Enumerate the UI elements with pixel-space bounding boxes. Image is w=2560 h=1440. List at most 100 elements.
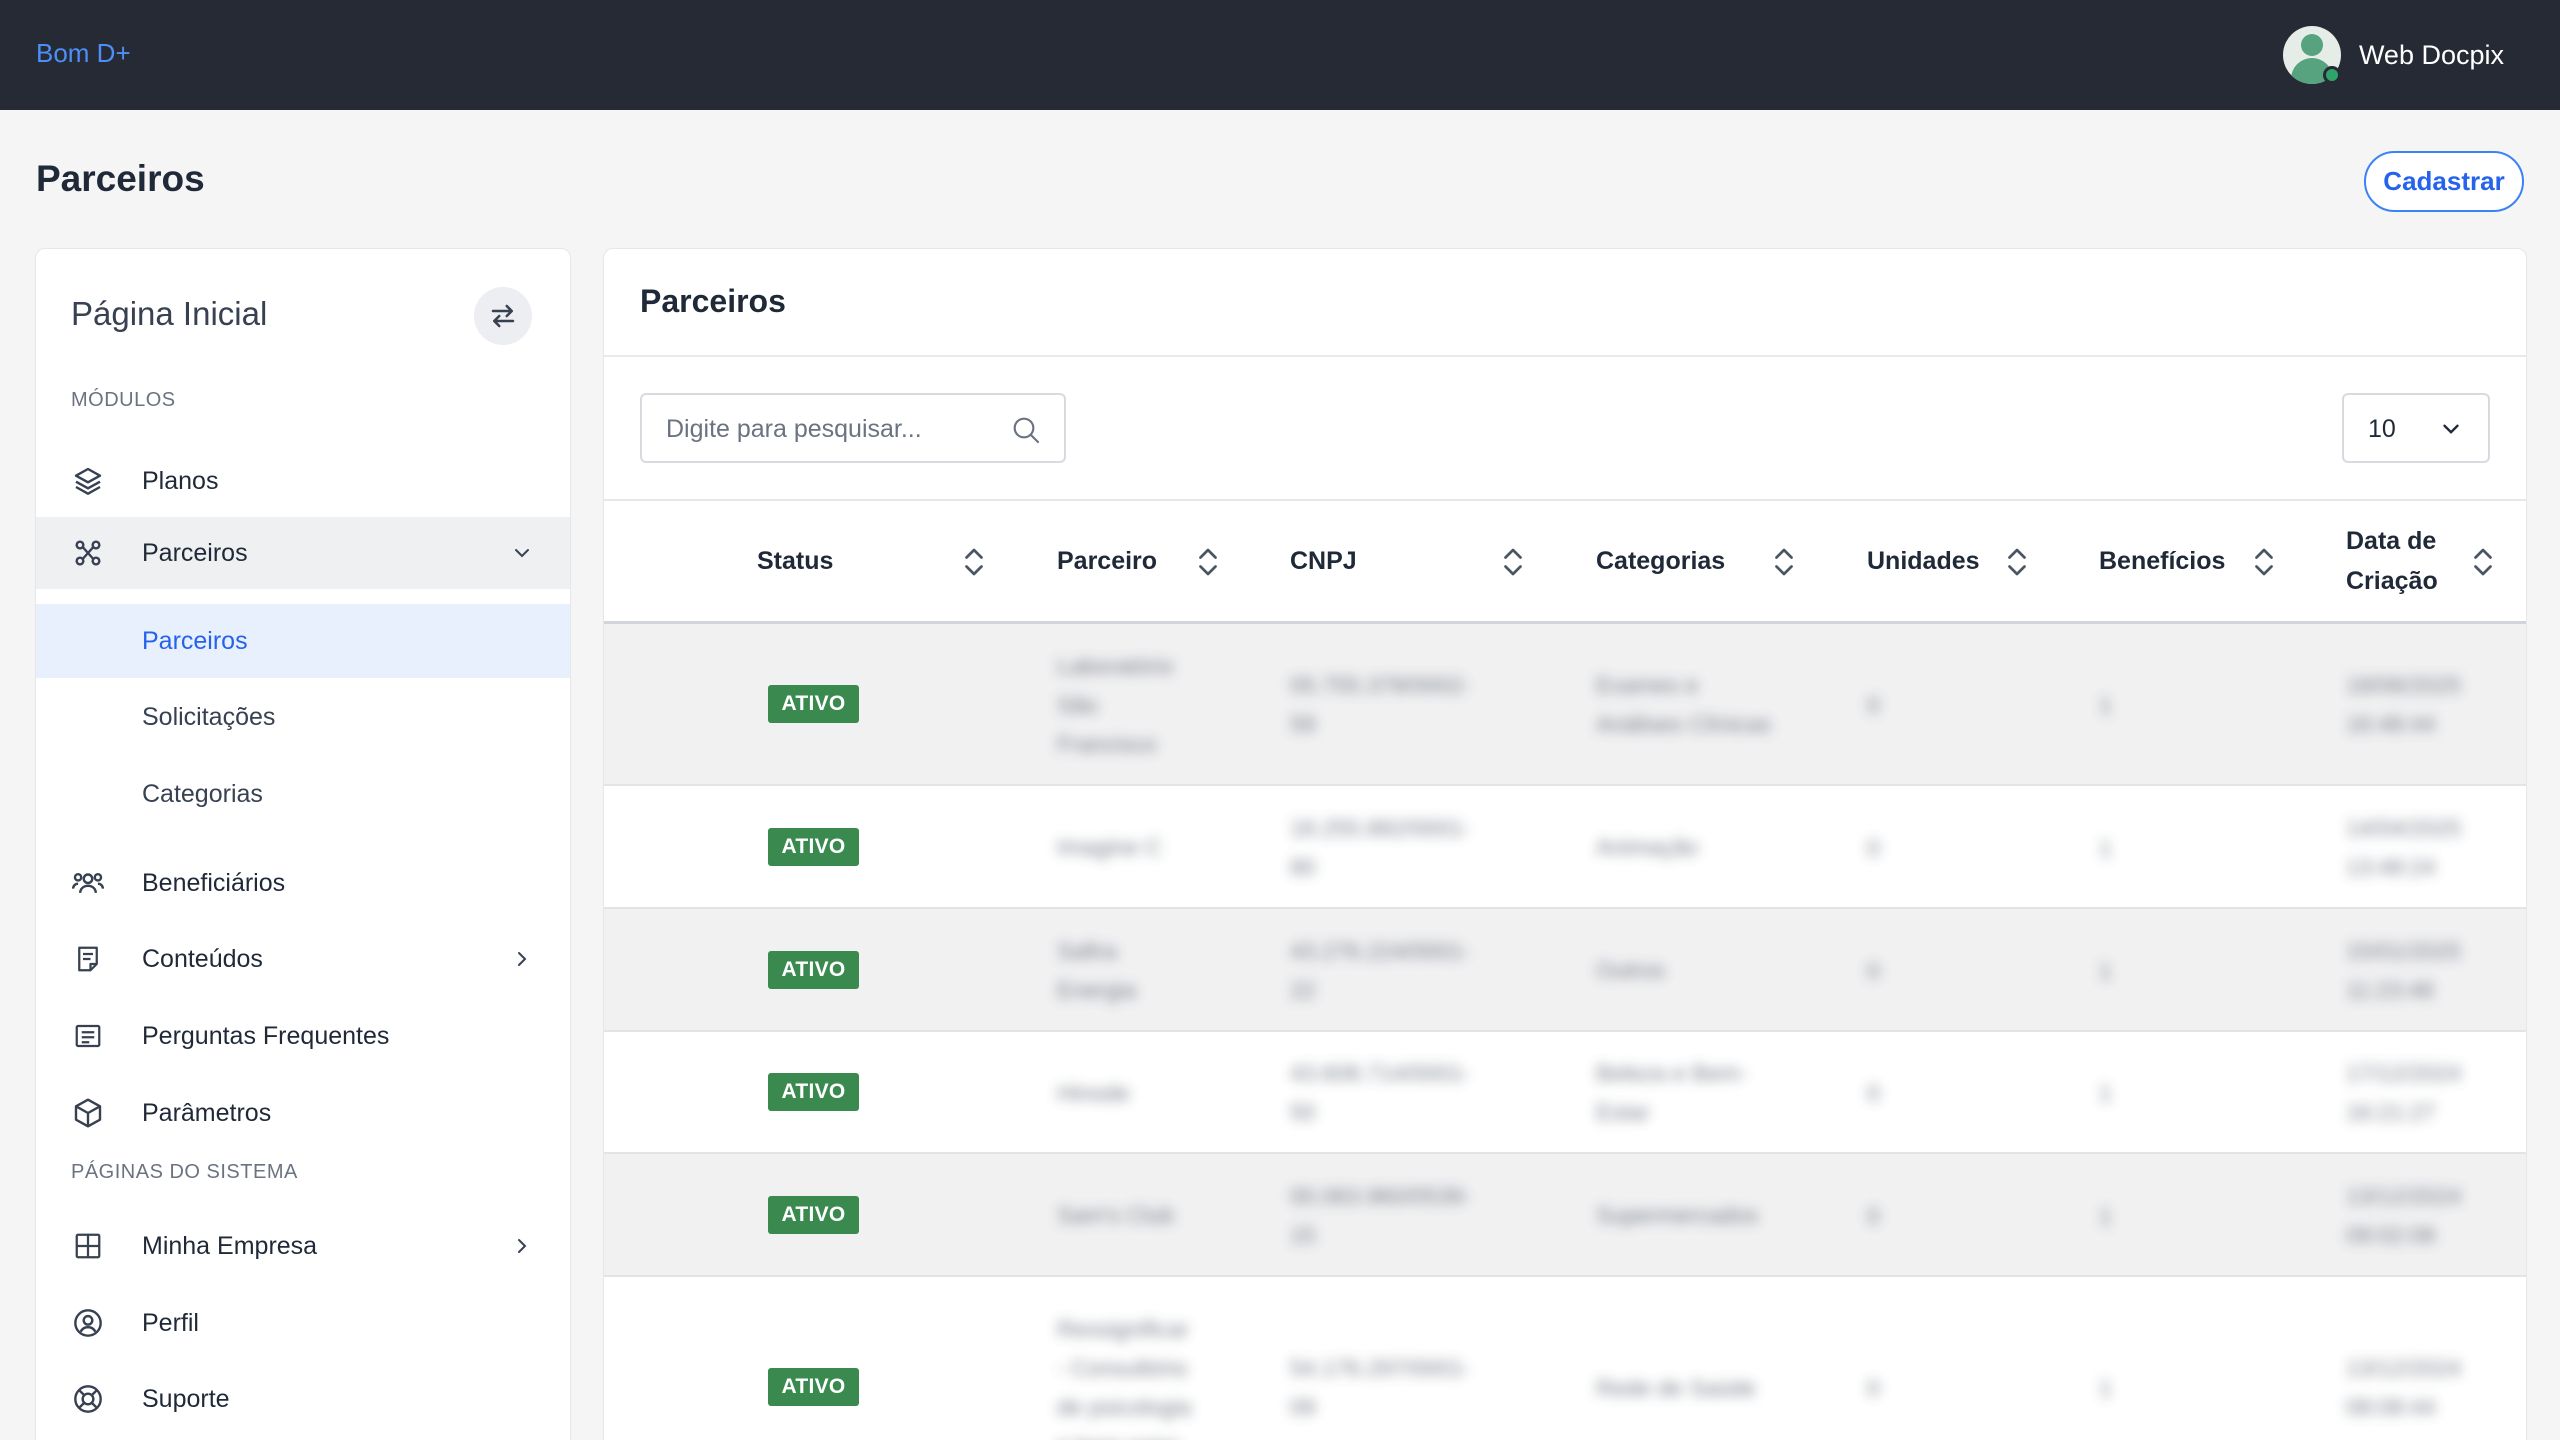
sidebar-item-minha-empresa[interactable]: Minha Empresa bbox=[36, 1210, 570, 1282]
table-row[interactable]: ATIVO Ressignificar - Consultório de psicol… bbox=[604, 1277, 2526, 1440]
cell-line: 43.608.714/0001- bbox=[1290, 1060, 1471, 1086]
card-divider bbox=[604, 355, 2526, 357]
cell-beneficios: 1 bbox=[2099, 834, 2112, 861]
cell-line: Laboratório bbox=[1057, 652, 1174, 679]
sidebar-item-parametros[interactable]: Parâmetros bbox=[36, 1077, 570, 1149]
sort-icon[interactable] bbox=[1196, 547, 1220, 577]
cell-line: Beleza e Bem- bbox=[1596, 1060, 1747, 1086]
sidebar-subitem-solicitacoes[interactable]: Solicitações bbox=[36, 680, 570, 754]
column-header-data-criacao[interactable]: Data de Criação bbox=[2346, 501, 2438, 621]
column-header-parceiro[interactable]: Parceiro bbox=[1057, 501, 1157, 621]
section-label-modules: MÓDULOS bbox=[71, 389, 176, 411]
cell-cnpj: 43.608.714/0001- 50 bbox=[1290, 1054, 1470, 1132]
cell-line: Animação bbox=[1596, 834, 1699, 860]
sidebar-item-suporte[interactable]: Suporte bbox=[36, 1363, 570, 1435]
layers-icon bbox=[71, 464, 105, 498]
column-header-label: CNPJ bbox=[1290, 547, 1357, 575]
cell-data: 13/12/2024 09:02:08 bbox=[2346, 1177, 2461, 1255]
sidebar-item-conteudos[interactable]: Conteúdos bbox=[36, 923, 570, 995]
cell-line: 00.063.960/0539- bbox=[1290, 1182, 1471, 1209]
column-header-categorias[interactable]: Categorias bbox=[1596, 501, 1725, 621]
cell-line: 22 bbox=[1290, 976, 1316, 1003]
cell-data: 14/04/2025 13:48:24 bbox=[2346, 809, 2461, 887]
sidebar-item-parceiros[interactable]: Parceiros bbox=[36, 517, 570, 589]
sort-icon[interactable] bbox=[1772, 547, 1796, 577]
table-row[interactable]: ATIVO Hinode 43.608.714/0001- 50 Beleza e Be… bbox=[604, 1032, 2526, 1154]
sidebar-subitem-parceiros[interactable]: Parceiros bbox=[36, 604, 570, 678]
table-row[interactable]: ATIVO Laboratório São Francisco 05.755.378/0… bbox=[604, 624, 2526, 786]
status-badge: ATIVO bbox=[768, 1368, 859, 1406]
sidebar-item-label: Conteúdos bbox=[142, 944, 263, 973]
cadastrar-button[interactable]: Cadastrar bbox=[2364, 151, 2524, 212]
sort-icon[interactable] bbox=[2252, 547, 2276, 577]
status-badge: ATIVO bbox=[768, 685, 859, 723]
cell-parceiro: Hinode bbox=[1057, 1074, 1130, 1113]
search-icon[interactable] bbox=[1010, 414, 1042, 446]
cell-unidades: 0 bbox=[1867, 1375, 1880, 1401]
sort-icon[interactable] bbox=[1501, 547, 1525, 577]
sidebar-subitem-label: Solicitações bbox=[142, 702, 276, 731]
column-header-unidades[interactable]: Unidades bbox=[1867, 501, 1980, 621]
cell-line: 15 bbox=[1290, 1221, 1316, 1248]
cell-data: 18/06/2025 16:48:44 bbox=[2346, 666, 2461, 744]
table-row[interactable]: ATIVO Safira Energia 43.276.224/0001- 22 Outr… bbox=[604, 909, 2526, 1032]
column-header-status[interactable]: Status bbox=[757, 501, 833, 621]
column-header-label: Categorias bbox=[1596, 547, 1726, 575]
cell-line: Exames e bbox=[1596, 672, 1699, 698]
cell-line: 09:02:08 bbox=[2346, 1221, 2436, 1248]
brand-logo[interactable]: Bom D+ bbox=[36, 38, 131, 69]
cell-unidades: 0 bbox=[1867, 692, 1880, 718]
partners-card: Parceiros 10 Status Parceiro CNPJ Catego… bbox=[603, 248, 2527, 1440]
sidebar-collapse-toggle[interactable] bbox=[474, 287, 532, 345]
sort-icon[interactable] bbox=[962, 547, 986, 577]
cell-line: 13/12/2024 bbox=[2346, 1355, 2462, 1381]
cell-line: 54.176.297/0001- bbox=[1290, 1355, 1471, 1381]
sidebar-item-label: Beneficiários bbox=[142, 868, 286, 897]
cell-line: 80 bbox=[1290, 853, 1316, 880]
cell-line: 17/12/2024 bbox=[2346, 1060, 2462, 1086]
cell-line: 59 bbox=[1290, 711, 1316, 737]
cell-categorias: Exames e Análises Clínicas bbox=[1596, 666, 1771, 744]
card-title: Parceiros bbox=[640, 283, 786, 319]
cell-line: Análises Clínicas bbox=[1596, 711, 1772, 737]
cell-line: 16:48:44 bbox=[2346, 711, 2436, 737]
column-header-label: Criação bbox=[2346, 567, 2438, 595]
sidebar-item-perfil[interactable]: Perfil bbox=[36, 1287, 570, 1359]
sidebar-item-beneficiarios[interactable]: Beneficiários bbox=[36, 847, 570, 919]
sidebar-subitem-categorias[interactable]: Categorias bbox=[36, 757, 570, 831]
cell-line: 18.255.882/0001- bbox=[1290, 814, 1471, 841]
column-header-cnpj[interactable]: CNPJ bbox=[1290, 501, 1357, 621]
online-status-dot bbox=[2322, 66, 2341, 84]
search-box bbox=[640, 393, 1066, 463]
user-name[interactable]: Web Docpix bbox=[2359, 40, 2504, 71]
cell-line: Sam's Club bbox=[1057, 1202, 1174, 1228]
sort-icon[interactable] bbox=[2005, 547, 2029, 577]
cell-cnpj: 54.176.297/0001- 09 bbox=[1290, 1349, 1470, 1427]
cell-line: 43.276.224/0001- bbox=[1290, 937, 1471, 964]
share-nodes-icon bbox=[71, 536, 105, 570]
column-header-label: Data de bbox=[2346, 527, 2437, 555]
page-size-select[interactable]: 10 bbox=[2342, 393, 2490, 463]
cell-line: 08:08:44 bbox=[2346, 1394, 2436, 1420]
cell-line: 13:48:24 bbox=[2346, 853, 2436, 880]
status-badge: ATIVO bbox=[768, 950, 859, 989]
cell-beneficios: 1 bbox=[2099, 1202, 2112, 1229]
column-header-beneficios[interactable]: Benefícios bbox=[2099, 501, 2225, 621]
table-row[interactable]: ATIVO Imagine C 18.255.882/0001- 80 Animação… bbox=[604, 786, 2526, 909]
sidebar-item-planos[interactable]: Planos bbox=[36, 445, 570, 517]
cell-parceiro: Sam's Club bbox=[1057, 1196, 1174, 1235]
box-icon bbox=[71, 1096, 105, 1130]
cell-beneficios: 1 bbox=[2099, 957, 2112, 984]
search-input[interactable] bbox=[666, 409, 996, 449]
sidebar-item-label: Parâmetros bbox=[142, 1098, 272, 1127]
user-menu[interactable]: Web Docpix bbox=[2282, 26, 2504, 84]
cell-categorias: Rede de Saúde bbox=[1596, 1369, 1756, 1408]
sort-icon[interactable] bbox=[2471, 547, 2495, 577]
cell-cnpj: 18.255.882/0001- 80 bbox=[1290, 809, 1470, 887]
cell-line: 50 bbox=[1290, 1099, 1316, 1125]
cell-parceiro: Safira Energia bbox=[1057, 932, 1136, 1010]
table-row[interactable]: ATIVO Sam's Club 00.063.960/0539- 15 Superme… bbox=[604, 1154, 2526, 1277]
lifebuoy-icon bbox=[71, 1382, 105, 1416]
cell-line: 16:21:27 bbox=[2346, 1099, 2436, 1125]
sidebar-item-perguntas-frequentes[interactable]: Perguntas Frequentes bbox=[36, 1000, 570, 1072]
